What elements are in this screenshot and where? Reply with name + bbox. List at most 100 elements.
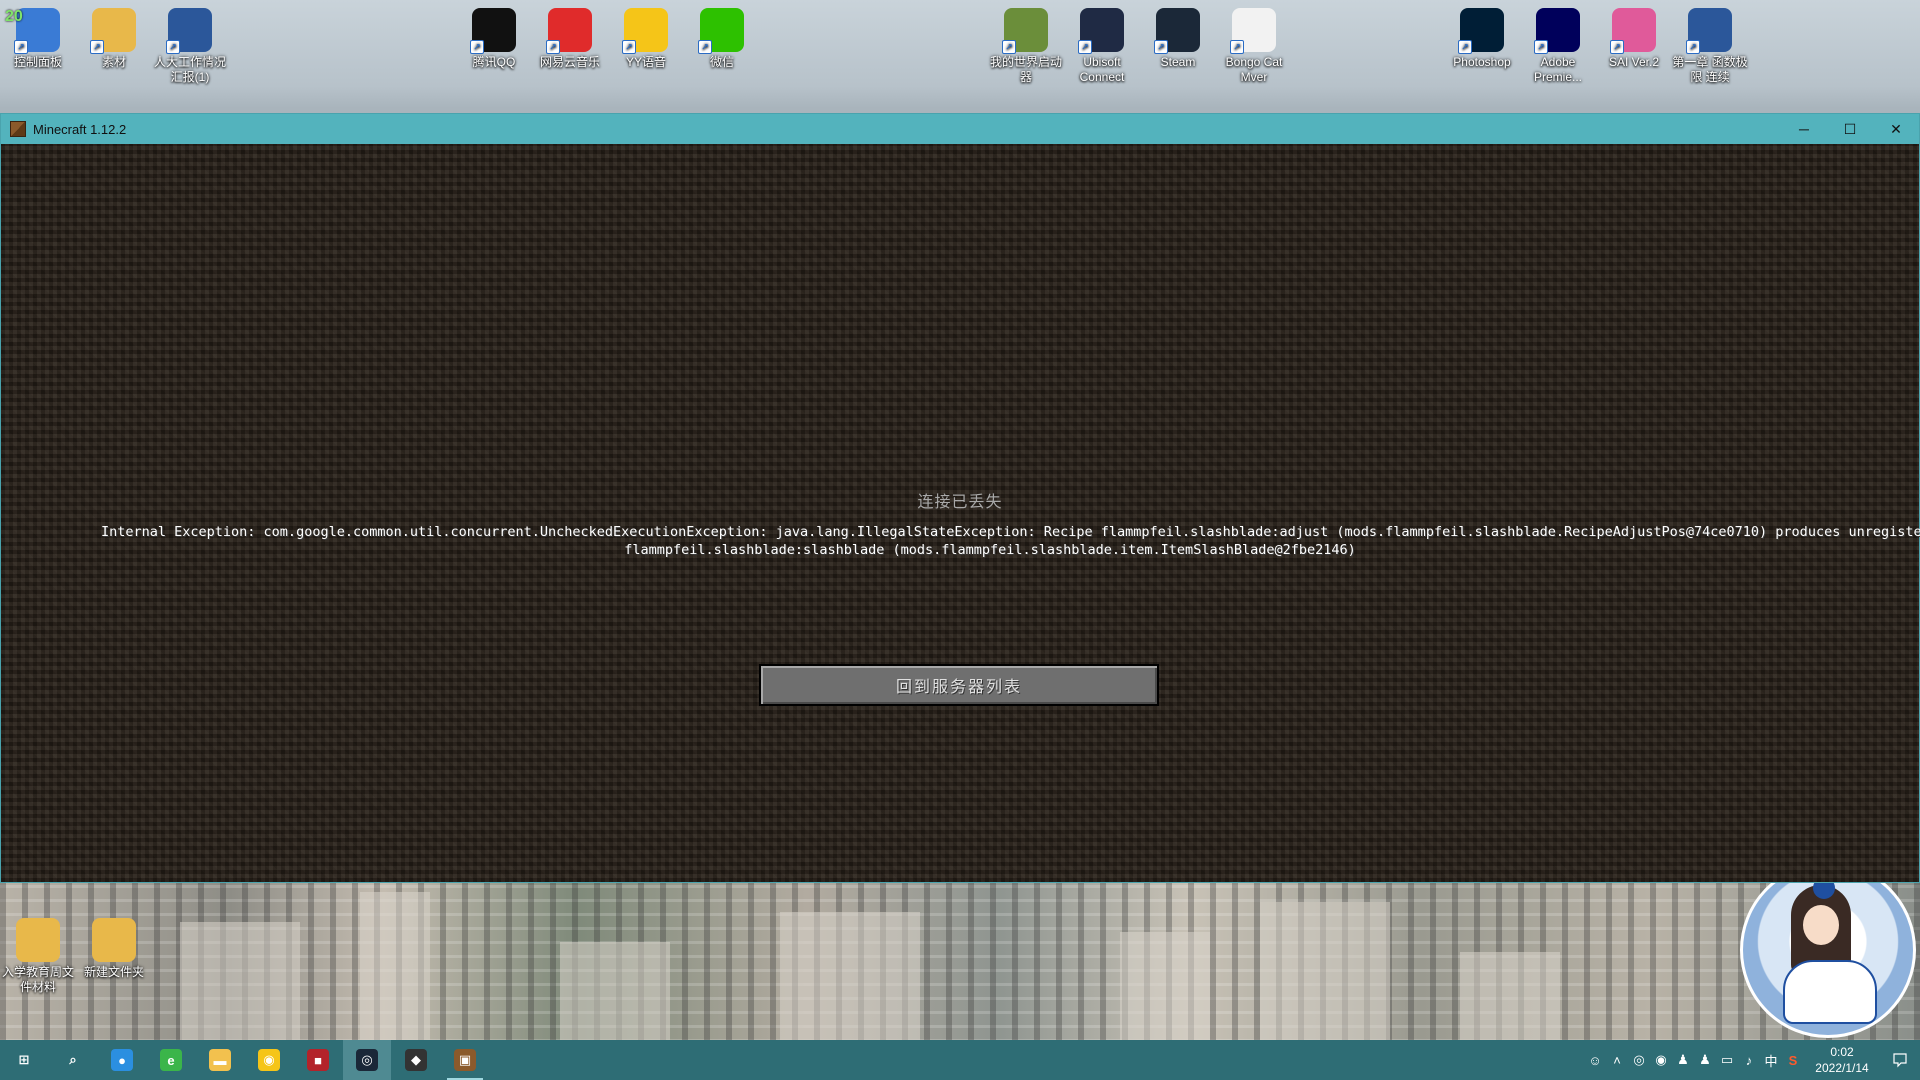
taskbar: ⊞ ⌕ ● e ▬ ◉ ■ ◎ ◆ ▣ ☺ ˄ ◎ ◉ ♟ ♟ ▭ ♪ 中 S 0:02 2022… bbox=[0, 1040, 1920, 1080]
shortcut-arrow-icon: ↗ bbox=[1002, 40, 1016, 54]
steam-tray-icon[interactable]: ◎ bbox=[1628, 1040, 1650, 1080]
shortcut-arrow-icon: ↗ bbox=[546, 40, 560, 54]
clock-date: 2022/1/14 bbox=[1815, 1061, 1869, 1075]
people-icon[interactable]: ☺ bbox=[1584, 1040, 1606, 1080]
close-button[interactable]: ✕ bbox=[1873, 114, 1919, 144]
file-explorer-icon-glyph: ▬ bbox=[209, 1049, 231, 1071]
window-titlebar[interactable]: Minecraft 1.12.2 ─ ☐ ✕ bbox=[1, 114, 1919, 144]
yy-voice-icon: ↗ bbox=[622, 8, 668, 54]
desktop-icon[interactable]: ↗ SAI Ver.2 bbox=[1596, 8, 1672, 70]
start-button[interactable]: ⊞ bbox=[0, 1040, 48, 1080]
sogou-input-icon[interactable]: S bbox=[1782, 1040, 1804, 1080]
shortcut-arrow-icon: ↗ bbox=[14, 40, 28, 54]
red-app-icon[interactable]: ■ bbox=[294, 1040, 342, 1080]
shortcut-arrow-icon: ↗ bbox=[470, 40, 484, 54]
folder-icon bbox=[16, 918, 60, 962]
network-icon[interactable]: ▭ bbox=[1716, 1040, 1738, 1080]
desktop-icon-label: Photoshop bbox=[1453, 55, 1511, 69]
desktop-icon[interactable]: 入学教育周文件材料 bbox=[0, 918, 76, 995]
sai-icon: ↗ bbox=[1610, 8, 1656, 54]
desktop-icon[interactable]: ↗ Steam bbox=[1140, 8, 1216, 70]
yy-voice-icon[interactable]: ◉ bbox=[245, 1040, 293, 1080]
search-icon-glyph: ⌕ bbox=[69, 1052, 77, 1067]
system-tray: ☺ ˄ ◎ ◉ ♟ ♟ ▭ ♪ 中 S 0:02 2022/1/14 bbox=[1584, 1040, 1920, 1080]
minecraft-icon[interactable]: ▣ bbox=[441, 1040, 489, 1080]
clock[interactable]: 0:02 2022/1/14 bbox=[1804, 1044, 1880, 1076]
desktop-icon-label: Bongo Cat Mver bbox=[1225, 55, 1283, 84]
notification-center-icon[interactable] bbox=[1880, 1040, 1920, 1080]
desktop-icon[interactable]: 新建文件夹 bbox=[76, 918, 152, 980]
edge-browser-icon[interactable]: e bbox=[147, 1040, 195, 1080]
folder-icon bbox=[92, 918, 136, 962]
desktop-icon[interactable]: ↗ Bongo Cat Mver bbox=[1216, 8, 1292, 85]
game-controller-icon-glyph: ◆ bbox=[405, 1049, 427, 1071]
chevron-up-icon[interactable]: ˄ bbox=[1606, 1040, 1628, 1080]
ime-indicator[interactable]: 中 bbox=[1760, 1040, 1782, 1080]
desktop-icon[interactable]: ↗ 网易云音乐 bbox=[532, 8, 608, 70]
desktop-icon-label: 我的世界启动器 bbox=[989, 55, 1062, 84]
word-doc-icon: ↗ bbox=[1686, 8, 1732, 54]
shortcut-arrow-icon: ↗ bbox=[698, 40, 712, 54]
desktop-icon-label: 网易云音乐 bbox=[539, 55, 600, 69]
yy-tray-icon[interactable]: ◉ bbox=[1650, 1040, 1672, 1080]
desktop-icon-label: YY语音 bbox=[625, 55, 666, 69]
shortcut-arrow-icon: ↗ bbox=[1686, 40, 1700, 54]
shortcut-arrow-icon: ↗ bbox=[1230, 40, 1244, 54]
shortcut-arrow-icon: ↗ bbox=[1458, 40, 1472, 54]
desktop-icon-label: 人大工作情况汇报(1) bbox=[153, 55, 226, 84]
desktop-icon-label: Steam bbox=[1160, 55, 1196, 69]
qq-tray-icon[interactable]: ♟ bbox=[1672, 1040, 1694, 1080]
shortcut-arrow-icon: ↗ bbox=[622, 40, 636, 54]
steam-icon[interactable]: ◎ bbox=[343, 1040, 391, 1080]
shortcut-arrow-icon: ↗ bbox=[1534, 40, 1548, 54]
shortcut-arrow-icon: ↗ bbox=[1610, 40, 1624, 54]
desktop-icon-label: 微信 bbox=[709, 55, 734, 69]
desktop-icon[interactable]: ↗ Ubisoft Connect bbox=[1064, 8, 1140, 85]
shortcut-arrow-icon: ↗ bbox=[1078, 40, 1092, 54]
baidu-netdisk-icon[interactable]: ● bbox=[98, 1040, 146, 1080]
file-explorer-icon[interactable]: ▬ bbox=[196, 1040, 244, 1080]
anime-mascot-widget[interactable] bbox=[1740, 862, 1916, 1038]
window-title: Minecraft 1.12.2 bbox=[33, 121, 127, 137]
desktop-icon[interactable]: ↗ 第一章 函数极限 连续 bbox=[1672, 8, 1748, 85]
desktop-icon[interactable]: ↗ 腾讯QQ bbox=[456, 8, 532, 70]
steam-icon: ↗ bbox=[1154, 8, 1200, 54]
shortcut-arrow-icon: ↗ bbox=[166, 40, 180, 54]
yy-voice-icon-glyph: ◉ bbox=[258, 1049, 280, 1071]
desktop-badge-number: 20 bbox=[5, 8, 23, 25]
maximize-button[interactable]: ☐ bbox=[1827, 114, 1873, 144]
desktop-icon[interactable]: ↗ Adobe Premie... bbox=[1520, 8, 1596, 85]
disconnect-message: Internal Exception: com.google.common.ut… bbox=[101, 523, 1920, 559]
photoshop-icon: ↗ bbox=[1458, 8, 1504, 54]
volume-icon[interactable]: ♪ bbox=[1738, 1040, 1760, 1080]
clock-time: 0:02 bbox=[1830, 1045, 1854, 1059]
shortcut-arrow-icon: ↗ bbox=[1154, 40, 1168, 54]
minecraft-launcher-icon: ↗ bbox=[1002, 8, 1048, 54]
minimize-button[interactable]: ─ bbox=[1781, 114, 1827, 144]
desktop-icon[interactable]: ↗ YY语音 bbox=[608, 8, 684, 70]
desktop-icon[interactable]: ↗ Photoshop bbox=[1444, 8, 1520, 70]
ubisoft-icon: ↗ bbox=[1078, 8, 1124, 54]
desktop-icon-label: 第一章 函数极限 连续 bbox=[1672, 55, 1748, 84]
desktop-icon[interactable]: ↗ 微信 bbox=[684, 8, 760, 70]
desktop-icon-label: Ubisoft Connect bbox=[1079, 55, 1125, 84]
desktop-icon[interactable]: ↗ 素材 bbox=[76, 8, 152, 70]
back-to-server-list-button[interactable]: 回到服务器列表 bbox=[759, 664, 1159, 706]
bongo-cat-icon: ↗ bbox=[1230, 8, 1276, 54]
premiere-icon: ↗ bbox=[1534, 8, 1580, 54]
desktop-icon[interactable]: ↗ 我的世界启动器 bbox=[988, 8, 1064, 85]
game-controller-icon[interactable]: ◆ bbox=[392, 1040, 440, 1080]
wechat-icon: ↗ bbox=[698, 8, 744, 54]
word-doc-icon: ↗ bbox=[166, 8, 212, 54]
city-wallpaper-strip bbox=[0, 882, 1920, 1042]
minecraft-icon-glyph: ▣ bbox=[454, 1049, 476, 1071]
red-app-icon-glyph: ■ bbox=[307, 1049, 329, 1071]
disconnect-message-line: flammpfeil.slashblade:slashblade (mods.f… bbox=[624, 542, 1356, 558]
search-icon[interactable]: ⌕ bbox=[49, 1040, 97, 1080]
desktop-icon-label: 控制面板 bbox=[13, 55, 62, 69]
steam-icon-glyph: ◎ bbox=[356, 1049, 378, 1071]
folder-icon: ↗ bbox=[90, 8, 136, 54]
game-viewport: 连接已丢失 Internal Exception: com.google.com… bbox=[1, 144, 1920, 882]
desktop-icon[interactable]: ↗ 人大工作情况汇报(1) bbox=[152, 8, 228, 85]
qq-tray-icon-2[interactable]: ♟ bbox=[1694, 1040, 1716, 1080]
